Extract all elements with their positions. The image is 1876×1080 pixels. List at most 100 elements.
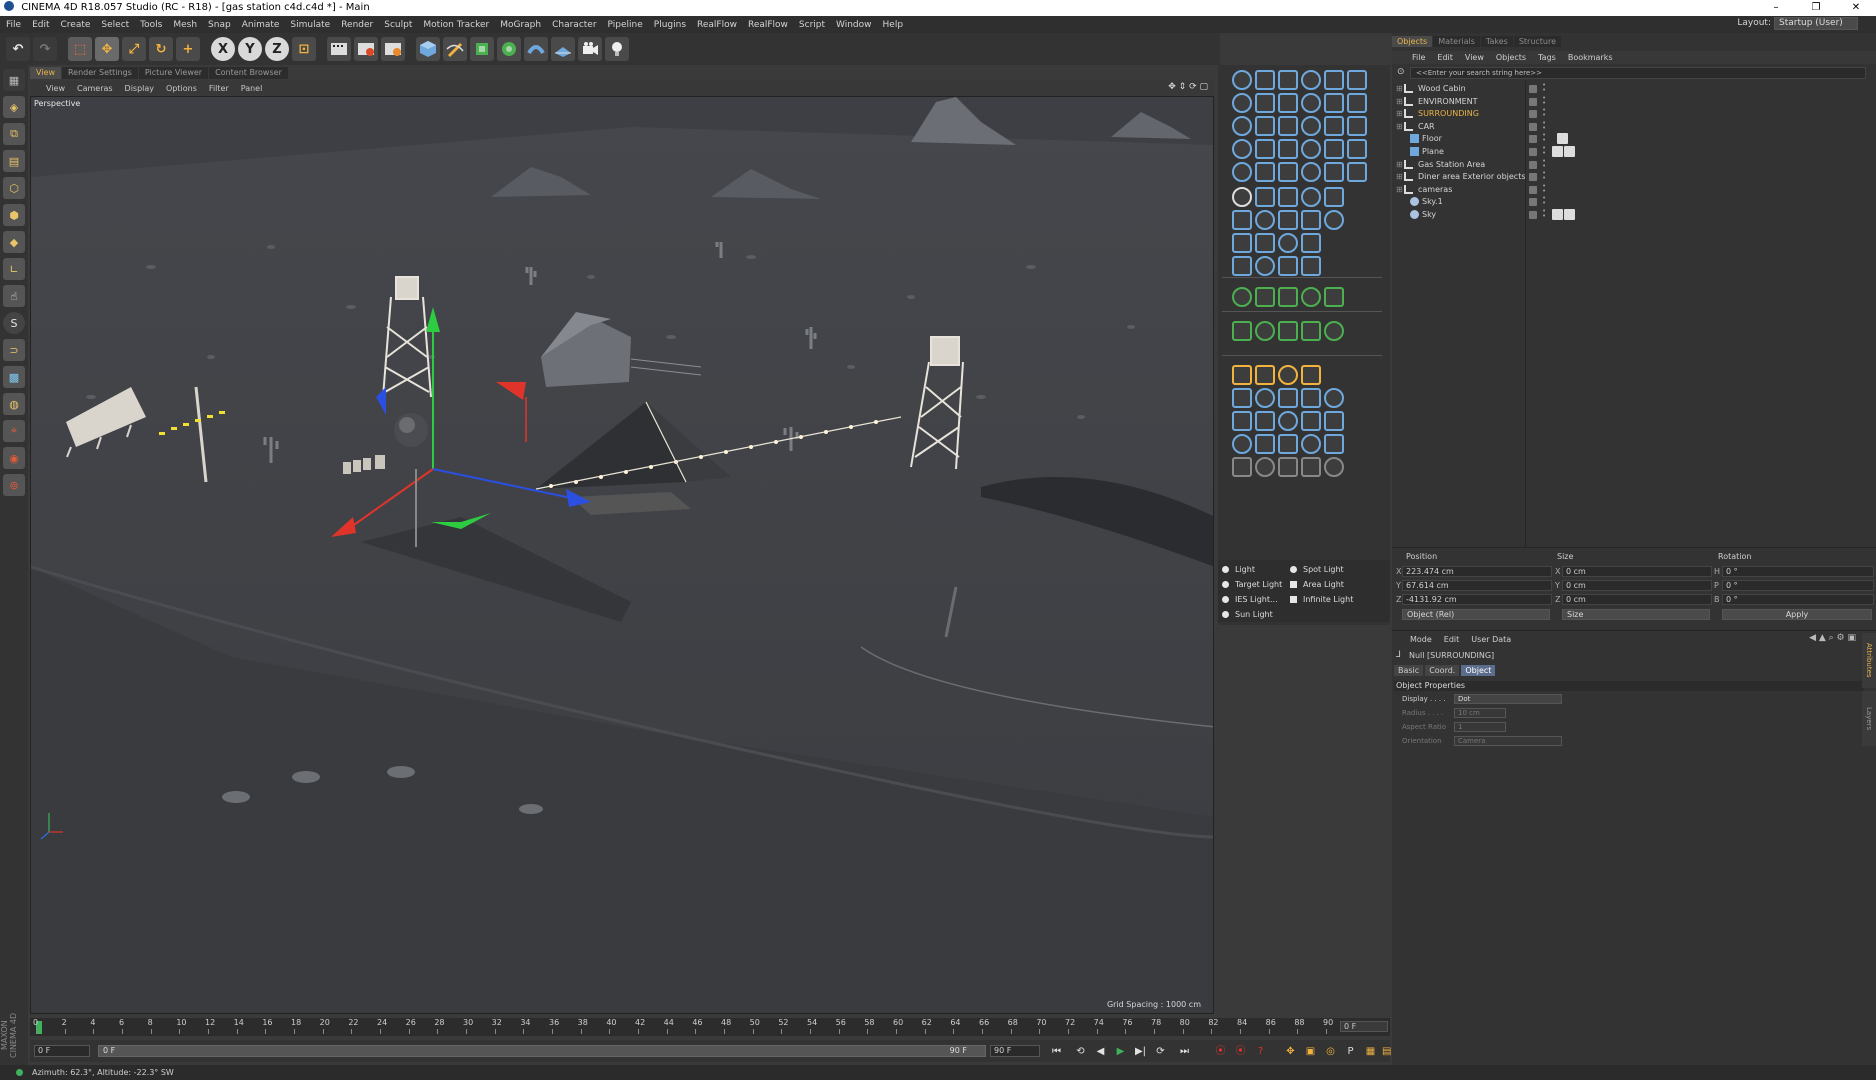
object-tag-icon[interactable] <box>1557 133 1568 145</box>
coordinate-mode-select[interactable]: Object (Rel) <box>1402 609 1550 620</box>
vp-menu-panel[interactable]: Panel <box>241 84 263 93</box>
palette-object-icon[interactable] <box>1324 139 1344 159</box>
scale-key-icon[interactable]: ▣ <box>1302 1043 1319 1060</box>
editor-render-toggle-icon[interactable]: • • <box>1542 82 1546 94</box>
palette-object-icon[interactable] <box>1232 457 1252 477</box>
palette-object-icon[interactable] <box>1324 210 1344 230</box>
palette-object-icon[interactable] <box>1232 365 1252 385</box>
infinite-light-option[interactable]: Infinite Light <box>1290 595 1353 604</box>
palette-object-icon[interactable] <box>1324 93 1344 113</box>
tab-takes[interactable]: Takes <box>1480 36 1513 47</box>
editor-render-toggle-icon[interactable]: • • <box>1542 94 1546 106</box>
x-axis-lock-button[interactable]: X <box>211 37 235 61</box>
palette-object-icon[interactable] <box>1278 287 1298 307</box>
menu-sculpt[interactable]: Sculpt <box>384 20 412 30</box>
rotation-h-field[interactable]: 0 ° <box>1722 566 1874 577</box>
layer-visibility-icon[interactable] <box>1529 97 1537 106</box>
tweak-mode-icon[interactable]: ☝ <box>3 285 25 307</box>
palette-object-icon[interactable] <box>1301 287 1321 307</box>
play-button[interactable]: ▶ <box>1112 1043 1129 1060</box>
tab-attributes-side[interactable]: Attributes <box>1862 633 1876 688</box>
vp-menu-options[interactable]: Options <box>166 84 197 93</box>
editor-render-toggle-icon[interactable]: • • <box>1542 119 1546 131</box>
palette-object-icon[interactable] <box>1301 434 1321 454</box>
vp-menu-cameras[interactable]: Cameras <box>77 84 113 93</box>
object-tag-icon[interactable] <box>1564 209 1575 220</box>
om-menu-file[interactable]: File <box>1412 53 1425 62</box>
position-x-field[interactable]: 223.474 cm <box>1402 566 1552 577</box>
autokeying-icon[interactable]: ⦿ <box>1232 1043 1249 1060</box>
palette-object-icon[interactable] <box>1255 321 1275 341</box>
position-y-field[interactable]: 67.614 cm <box>1402 580 1552 591</box>
palette-object-icon[interactable] <box>1301 116 1321 136</box>
palette-object-icon[interactable] <box>1232 287 1252 307</box>
apply-button[interactable]: Apply <box>1722 609 1872 620</box>
palette-object-icon[interactable] <box>1278 116 1298 136</box>
light-icon[interactable] <box>605 37 629 61</box>
palette-object-icon[interactable] <box>1232 116 1252 136</box>
ies-light-option[interactable]: IES Light... <box>1222 595 1278 604</box>
deformer-icon[interactable] <box>524 37 548 61</box>
tab-object[interactable]: Object <box>1461 665 1496 676</box>
palette-object-icon[interactable] <box>1301 457 1321 477</box>
point-level-icon[interactable]: ▦ <box>1362 1043 1379 1060</box>
palette-object-icon[interactable] <box>1278 256 1298 276</box>
palette-object-icon[interactable] <box>1232 70 1252 90</box>
palette-object-icon[interactable] <box>1232 93 1252 113</box>
palette-object-icon[interactable] <box>1324 116 1344 136</box>
menu-render[interactable]: Render <box>341 20 373 30</box>
scheme-icon[interactable]: ▤ <box>1382 1043 1391 1060</box>
render-settings-icon[interactable] <box>381 37 405 61</box>
menu-simulate[interactable]: Simulate <box>290 20 330 30</box>
light-option[interactable]: Light <box>1222 565 1255 574</box>
menu-plugins[interactable]: Plugins <box>654 20 686 30</box>
move-tool-button[interactable]: ✥ <box>95 37 119 61</box>
palette-object-icon[interactable] <box>1324 287 1344 307</box>
object-row-10[interactable]: Sky • • <box>1392 207 1876 222</box>
tab-picture-viewer[interactable]: Picture Viewer <box>138 67 209 79</box>
render-view-icon[interactable] <box>327 37 351 61</box>
palette-object-icon[interactable] <box>1232 411 1252 431</box>
palette-object-icon[interactable] <box>1255 256 1275 276</box>
editor-render-toggle-icon[interactable]: • • <box>1542 157 1546 169</box>
object-search-input[interactable]: <<Enter your search string here>> <box>1410 67 1866 79</box>
palette-object-icon[interactable] <box>1255 233 1275 253</box>
tab-render-settings[interactable]: Render Settings <box>61 67 138 79</box>
menu-tools[interactable]: Tools <box>140 20 162 30</box>
palette-object-icon[interactable] <box>1301 321 1321 341</box>
palette-object-icon[interactable] <box>1278 388 1298 408</box>
attribute-nav-icon[interactable]: ◀ ▲ ⌕ ⚙ ▣ <box>1809 633 1856 643</box>
y-axis-lock-button[interactable]: Y <box>238 37 262 61</box>
palette-object-icon[interactable] <box>1255 116 1275 136</box>
timeline-ruler[interactable]: 0 F 0 2 4 6 8 10 12 14 16 18 20 22 24 26 28 30 32 34 36 38 4… <box>30 1018 1390 1036</box>
menu-pipeline[interactable]: Pipeline <box>608 20 643 30</box>
layer-visibility-icon[interactable] <box>1529 85 1537 93</box>
minimize-button[interactable]: – <box>1756 0 1796 16</box>
palette-object-icon[interactable] <box>1232 256 1252 276</box>
palette-object-icon[interactable] <box>1324 162 1344 182</box>
palette-object-icon[interactable] <box>1278 365 1298 385</box>
record-keys-icon[interactable]: ⦿ <box>1212 1043 1229 1060</box>
model-mode-icon[interactable]: ◈ <box>3 96 25 118</box>
points-mode-icon[interactable]: ⬡ <box>3 177 25 199</box>
cloner-icon[interactable] <box>497 37 521 61</box>
palette-object-icon[interactable] <box>1324 321 1344 341</box>
palette-object-icon[interactable] <box>1301 70 1321 90</box>
palette-object-icon[interactable] <box>1255 162 1275 182</box>
palette-object-icon[interactable] <box>1232 187 1252 207</box>
palette-object-icon[interactable] <box>1278 93 1298 113</box>
polygons-mode-icon[interactable]: ◆ <box>3 231 25 253</box>
palette-object-icon[interactable] <box>1232 233 1252 253</box>
menu-create[interactable]: Create <box>61 20 91 30</box>
layer-visibility-icon[interactable] <box>1529 185 1537 194</box>
texture-mode-icon[interactable]: ⧉ <box>3 123 25 145</box>
palette-object-icon[interactable] <box>1255 411 1275 431</box>
area-light-option[interactable]: Area Light <box>1290 580 1344 589</box>
vp-menu-filter[interactable]: Filter <box>209 84 229 93</box>
close-button[interactable]: ✕ <box>1836 0 1876 16</box>
tab-content-browser[interactable]: Content Browser <box>209 67 288 79</box>
coordinate-system-button[interactable]: ⊡ <box>292 37 316 61</box>
aspect-ratio-field[interactable]: 1 <box>1454 722 1506 732</box>
palette-object-icon[interactable] <box>1255 388 1275 408</box>
environment-floor-icon[interactable] <box>551 37 575 61</box>
